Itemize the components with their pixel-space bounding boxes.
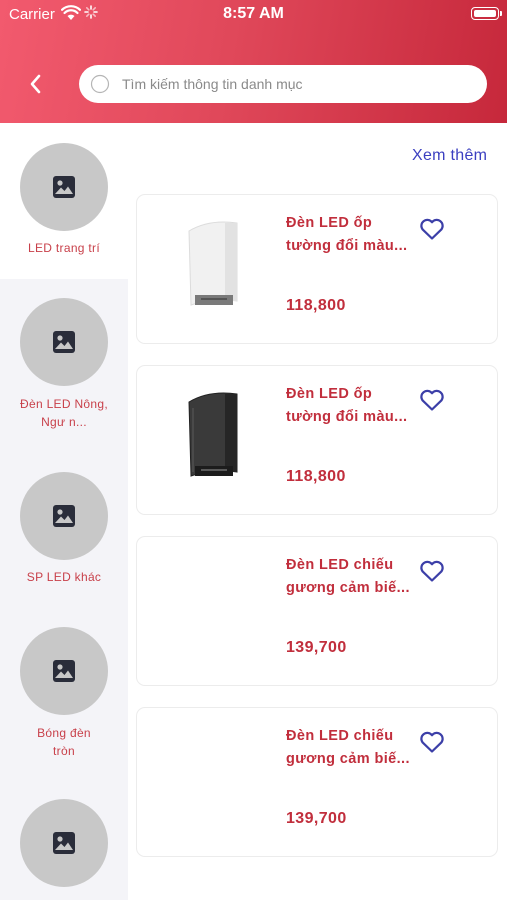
product-card[interactable]: Đèn LED chiếu gương cảm biế... 139,700 (136, 707, 498, 857)
category-image (20, 298, 108, 386)
image-placeholder-icon (53, 331, 75, 353)
image-placeholder-icon (53, 176, 75, 198)
product-image-white-wall-lamp (188, 221, 238, 306)
heart-outline-icon[interactable] (419, 388, 445, 412)
sidebar-item-label: Bóng đèn tròn (37, 726, 91, 758)
category-image (20, 472, 108, 560)
product-price: 118,800 (286, 468, 346, 485)
search-icon (90, 74, 110, 94)
heart-outline-icon[interactable] (419, 730, 445, 754)
product-name: Đèn LED ốp tường đổi màu... (286, 386, 408, 425)
product-price: 118,800 (286, 297, 346, 314)
product-price: 139,700 (286, 810, 347, 827)
sidebar-item-led-trang-tri[interactable]: LED trang trí (0, 123, 128, 279)
category-image (20, 627, 108, 715)
status-bar: Carrier 8:57 AM (0, 0, 507, 28)
category-image (20, 143, 108, 231)
chevron-left-icon[interactable] (24, 70, 48, 98)
image-placeholder-icon (53, 660, 75, 682)
sidebar-item-label: SP LED khác (26, 570, 102, 584)
sidebar-item-5[interactable] (0, 795, 128, 900)
image-placeholder-icon (53, 832, 75, 854)
sidebar-item-den-led-nong-ngu[interactable]: Đèn LED Nông, Ngư n... (0, 279, 128, 455)
product-card[interactable]: Đèn LED ốp tường đổi màu... 118,800 (136, 365, 498, 515)
category-sidebar: LED trang trí Đèn LED Nông, Ngư n... SP … (0, 123, 128, 900)
product-name: Đèn LED chiếu gương cảm biế... (286, 728, 410, 767)
product-image-black-wall-lamp (188, 392, 238, 477)
product-name: Đèn LED chiếu gương cảm biế... (286, 557, 410, 596)
product-name: Đèn LED ốp tường đổi màu... (286, 215, 408, 254)
image-placeholder-icon (53, 505, 75, 527)
search-bar[interactable] (79, 65, 487, 103)
status-time: 8:57 AM (223, 5, 284, 22)
product-card[interactable]: Đèn LED chiếu gương cảm biế... 139,700 (136, 536, 498, 686)
see-more-link[interactable]: Xem thêm (412, 147, 487, 165)
sidebar-item-label: LED trang trí (28, 241, 100, 255)
battery-icon (471, 7, 502, 20)
heart-outline-icon[interactable] (419, 559, 445, 583)
sidebar-item-sp-led-khac[interactable]: SP LED khác (0, 455, 128, 625)
header: Carrier 8:57 AM (0, 0, 507, 123)
search-input[interactable] (122, 71, 477, 97)
product-price: 139,700 (286, 639, 347, 656)
sidebar-item-bong-den-tron[interactable]: Bóng đèn tròn (0, 625, 128, 795)
category-image (20, 799, 108, 887)
product-card[interactable]: Đèn LED ốp tường đổi màu... 118,800 (136, 194, 498, 344)
sidebar-item-label: Đèn LED Nông, Ngư n... (20, 397, 108, 429)
heart-outline-icon[interactable] (419, 217, 445, 241)
